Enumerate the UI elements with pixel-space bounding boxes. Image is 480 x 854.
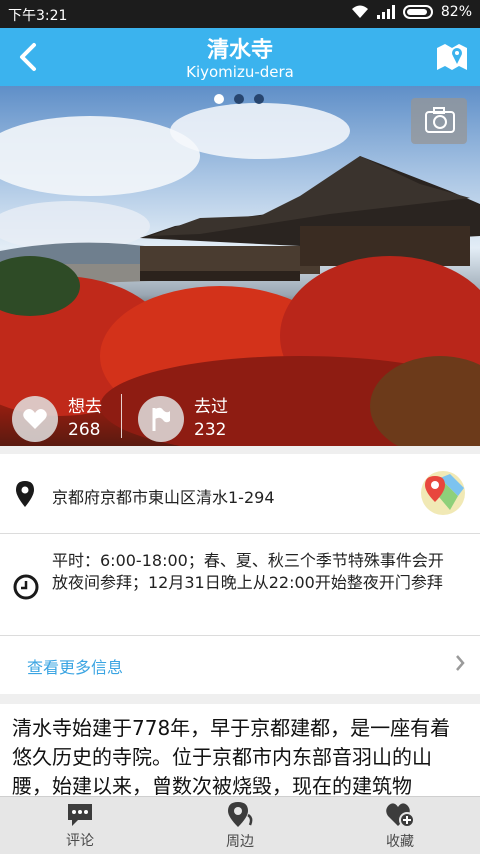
location-pin-icon [16,481,34,507]
carousel-dot[interactable] [254,94,264,104]
camera-button[interactable] [411,98,467,144]
hero-image[interactable]: 想去 268 去过 232 [0,86,480,446]
signal-icon [376,5,395,19]
nav-nearby[interactable]: 周边 [160,797,320,854]
wifi-icon [351,5,368,18]
been-there-button[interactable]: 去过 232 [138,396,228,442]
bottom-nav: 评论 周边 收藏 [0,796,480,854]
want-to-go-button[interactable]: 想去 268 [12,396,102,442]
flag-icon [152,407,170,431]
favorite-add-icon [386,802,415,828]
comment-icon [68,803,92,826]
nav-comments-label: 评论 [66,832,94,849]
nav-favorite-label: 收藏 [386,833,414,850]
battery-icon [402,5,433,19]
want-to-go-label: 想去 [68,397,102,417]
nav-favorite[interactable]: 收藏 [320,797,480,854]
carousel-dot[interactable] [214,94,224,104]
more-info-label: 查看更多信息 [27,658,124,677]
want-to-go-count: 268 [68,420,101,440]
been-there-label: 去过 [194,397,228,417]
status-time: 下午3:21 [8,8,68,24]
more-info-link[interactable]: 查看更多信息 [0,636,480,694]
status-bar: 下午3:21 82% [0,0,480,28]
clock-icon [13,574,39,600]
page-title: 清水寺 [206,38,273,63]
hours-row: 平时：6:00-18:00；春、夏、秋三个季节特殊事件会开放夜间参拜；12月31… [0,534,480,636]
heart-icon [23,409,47,429]
map-icon[interactable] [436,42,468,72]
camera-icon [425,107,455,133]
info-panel: 京都府京都市東山区清水1-294 平时：6:00-18:00；春、夏、秋三个季节… [0,454,480,694]
opening-hours-text: 平时：6:00-18:00；春、夏、秋三个季节特殊事件会开放夜间参拜；12月31… [52,551,444,592]
chevron-right-icon [456,655,465,671]
map-navigation-icon[interactable] [420,470,466,516]
nav-comments[interactable]: 评论 [0,797,160,854]
carousel-indicator [214,94,264,104]
title-bar: 清水寺 Kiyomizu-dera [0,28,480,86]
nav-nearby-label: 周边 [226,833,254,850]
description: 清水寺始建于778年，早于京都建都，是一座有着悠久历史的寺院。位于京都市内东部音… [0,704,480,796]
nearby-icon [228,801,253,827]
divider [121,394,122,438]
address-row[interactable]: 京都府京都市東山区清水1-294 [0,454,480,534]
battery-level: 82% [440,4,472,20]
address-text: 京都府京都市東山区清水1-294 [52,488,275,507]
carousel-dot[interactable] [234,94,244,104]
been-there-count: 232 [194,420,227,440]
page-subtitle: Kiyomizu-dera [186,63,294,81]
